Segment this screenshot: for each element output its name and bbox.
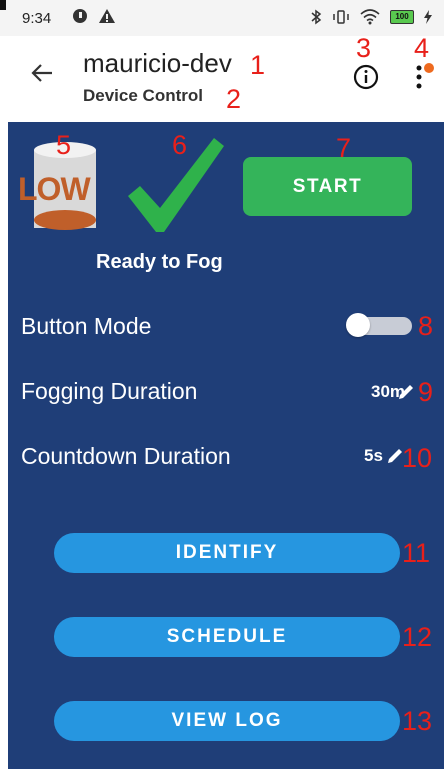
page-title: mauricio-dev — [83, 48, 232, 78]
bluetooth-icon — [311, 9, 322, 25]
status-right-icons: 100 — [310, 9, 432, 25]
countdown-duration-value[interactable]: 5s — [364, 446, 383, 466]
annotation-13: 13 — [402, 706, 433, 736]
annotation-4: 4 — [414, 33, 430, 63]
annotation-11: 11 — [402, 538, 431, 568]
annotation-7: 7 — [336, 133, 352, 163]
annotation-8: 8 — [418, 311, 434, 341]
charging-icon — [424, 10, 432, 24]
annotation-5: 5 — [56, 130, 72, 160]
info-icon[interactable] — [352, 63, 380, 91]
annotation-10: 10 — [402, 443, 433, 473]
notification-badge — [424, 63, 434, 73]
battery-icon: 100 — [390, 10, 414, 24]
device-status-text: Ready to Fog — [96, 251, 223, 273]
annotation-2: 2 — [226, 84, 242, 114]
circle-app-icon — [73, 9, 87, 23]
screen-corner — [0, 0, 6, 10]
identify-button[interactable]: IDENTIFY — [54, 533, 400, 573]
status-left-icons — [72, 8, 116, 24]
vibrate-icon — [333, 10, 349, 24]
edit-pencil-icon[interactable] — [396, 382, 416, 402]
annotation-9: 9 — [418, 377, 434, 407]
start-button[interactable]: START — [243, 157, 412, 216]
annotation-6: 6 — [172, 130, 188, 160]
warning-icon — [99, 9, 115, 23]
countdown-duration-label: Countdown Duration — [21, 443, 231, 469]
button-mode-label: Button Mode — [21, 313, 152, 339]
button-mode-toggle-thumb[interactable] — [346, 313, 370, 337]
app-bar: mauricio-dev Device Control — [0, 36, 444, 122]
tank-level-text: LOW — [18, 171, 91, 207]
arrow-back-icon[interactable] — [28, 58, 58, 88]
status-time: 9:34 — [22, 10, 52, 27]
fogging-duration-label: Fogging Duration — [21, 378, 198, 404]
page-subtitle: Device Control — [83, 86, 203, 105]
annotation-12: 12 — [402, 622, 433, 652]
annotation-1: 1 — [250, 50, 266, 80]
wifi-icon — [360, 9, 380, 25]
status-bar: 9:34 100 — [0, 0, 444, 36]
annotation-3: 3 — [356, 33, 372, 63]
view-log-button[interactable]: VIEW LOG — [54, 701, 400, 741]
schedule-button[interactable]: SCHEDULE — [54, 617, 400, 657]
